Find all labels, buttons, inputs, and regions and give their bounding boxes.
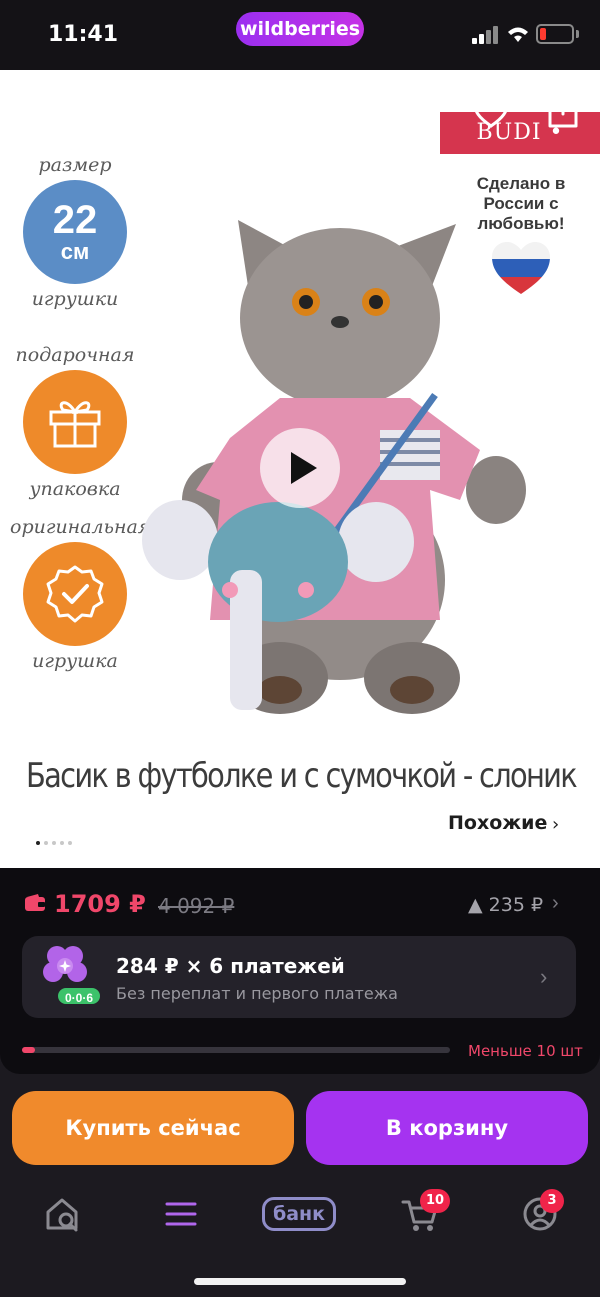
- price-panel: 1709 ₽ 4 092 ₽ ▲ 235 ₽ › 0·0·6 284 ₽ × 6…: [0, 868, 600, 1074]
- battery-icon: [536, 24, 574, 44]
- gift-icon: [49, 401, 101, 448]
- status-time: 11:41: [48, 22, 119, 47]
- original-badge: оригинальная игрушка: [10, 516, 151, 672]
- check-seal-icon: [46, 565, 104, 623]
- chevron-right-icon[interactable]: ›: [552, 814, 559, 835]
- add-to-cart-button[interactable]: В корзину: [306, 1091, 588, 1165]
- size-badge-top: размер: [38, 154, 112, 176]
- chevron-right-icon[interactable]: ›: [552, 892, 559, 915]
- size-value: 22: [52, 198, 98, 242]
- gift-badge-top: подарочная: [15, 344, 135, 366]
- stock-label: Меньше 10 шт: [468, 1042, 583, 1060]
- brand-pill: wildberries: [236, 12, 364, 46]
- gallery-pagination: [36, 832, 76, 845]
- installment-subtitle: Без переплат и первого платежа: [116, 984, 398, 1003]
- wifi-icon: [508, 27, 528, 42]
- size-badge: размер 22 см игрушки: [10, 154, 140, 310]
- home-indicator: [194, 1278, 406, 1285]
- gallery-dot: [68, 841, 72, 845]
- product-gallery[interactable]: BUDI • BASA размер 22 см игрушки подароч…: [0, 70, 600, 868]
- stock-progress-fill: [22, 1047, 35, 1053]
- size-badge-bottom: игрушки: [31, 288, 119, 310]
- gift-circle: [23, 370, 127, 474]
- gallery-dot: [52, 841, 56, 845]
- bank-tab[interactable]: банк: [262, 1197, 336, 1231]
- size-unit: см: [60, 239, 90, 264]
- gift-badge: подарочная упаковка: [10, 344, 140, 500]
- gallery-dot: [44, 841, 48, 845]
- status-bar: 11:41 wildberries: [0, 0, 600, 70]
- installment-title: 284 ₽ × 6 платежей: [116, 954, 345, 978]
- original-badge-bottom: игрушка: [32, 650, 118, 672]
- installment-flower-icon: [43, 946, 87, 982]
- wallet-icon: [25, 894, 45, 911]
- gift-badge-bottom: упаковка: [29, 478, 121, 500]
- product-page: 11:41 wildberries BUDI • BASA размер 22 …: [0, 0, 600, 1297]
- share-icon[interactable]: [545, 90, 581, 130]
- size-circle: 22 см: [23, 180, 127, 284]
- cart-badge: 10: [420, 1189, 451, 1213]
- profile-badge: 3: [540, 1189, 564, 1213]
- home-search-icon[interactable]: [42, 1194, 82, 1234]
- signal-icon: [472, 26, 500, 44]
- old-price: 4 092 ₽: [158, 894, 235, 918]
- play-video-button[interactable]: [260, 428, 340, 508]
- gallery-dot: [36, 841, 40, 845]
- favorite-heart-icon[interactable]: [472, 94, 510, 130]
- gallery-dot: [60, 841, 64, 845]
- play-icon: [291, 452, 317, 484]
- original-badge-top: оригинальная: [10, 516, 151, 538]
- price-increase[interactable]: ▲ 235 ₽: [468, 894, 543, 916]
- installment-badge: 0·0·6: [56, 986, 102, 1006]
- back-icon[interactable]: [22, 94, 52, 134]
- battery-tip: [576, 30, 579, 38]
- buy-now-button[interactable]: Купить сейчас: [12, 1091, 294, 1165]
- stock-progress-bar: [22, 1047, 450, 1053]
- installment-card[interactable]: 0·0·6 284 ₽ × 6 платежей Без переплат и …: [22, 936, 576, 1018]
- chevron-right-icon: ›: [540, 964, 548, 989]
- catalog-menu-icon[interactable]: [161, 1194, 201, 1234]
- product-toy-image: [142, 220, 526, 714]
- similar-link[interactable]: Похожие: [448, 812, 547, 834]
- product-title: Басик в футболке и с сумочкой - слоник: [26, 756, 578, 796]
- current-price: 1709 ₽: [54, 890, 146, 918]
- original-circle: [23, 542, 127, 646]
